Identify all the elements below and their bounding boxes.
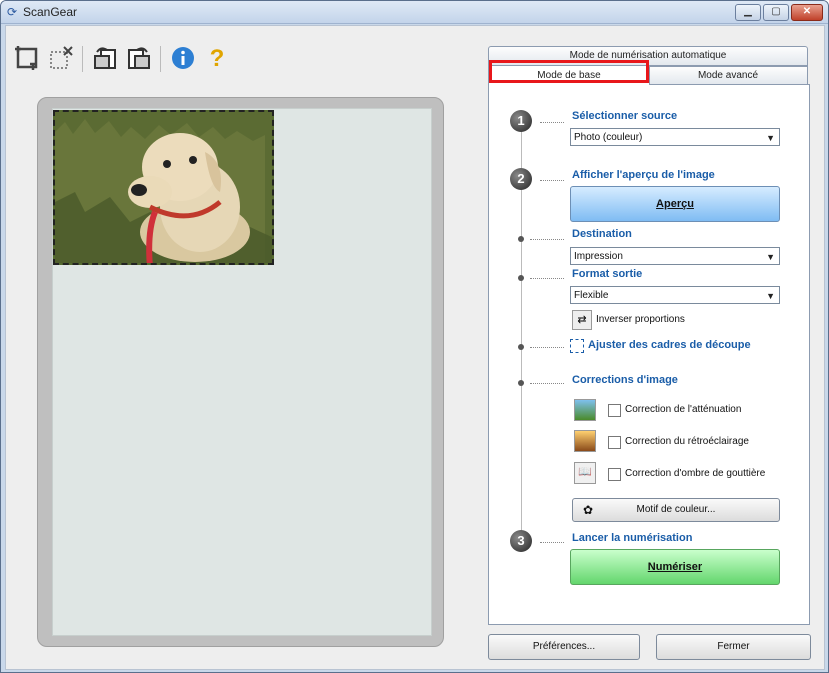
step-dots [530, 278, 564, 280]
step-dots [530, 347, 564, 349]
close-window-button[interactable]: ✕ [791, 4, 823, 21]
step-dots [540, 122, 564, 124]
bullet [518, 275, 524, 281]
step-dots [530, 239, 564, 241]
chevron-down-icon: ▼ [766, 133, 775, 143]
close-button[interactable]: Fermer [656, 634, 811, 660]
clear-crop-icon[interactable] [46, 44, 76, 74]
fade-correction-icon [574, 399, 596, 421]
color-pattern-label: Motif de couleur... [636, 504, 716, 515]
backlight-correction-label: Correction du rétroéclairage [625, 436, 749, 447]
output-size-select-value: Flexible [574, 290, 609, 301]
preview-button[interactable]: Aperçu [570, 186, 780, 222]
color-pattern-icon: ✿ [583, 503, 594, 517]
preview-photo-dog[interactable] [53, 110, 274, 265]
app-icon: ⟳ [7, 5, 18, 19]
step-dots [540, 180, 564, 182]
rotate-right-icon[interactable] [124, 44, 154, 74]
select-source-label: Sélectionner source [572, 110, 678, 122]
destination-select[interactable]: Impression ▼ [570, 247, 780, 265]
bullet [518, 380, 524, 386]
basic-mode-highlight [489, 60, 649, 83]
window-title: ScanGear [23, 5, 78, 19]
step-2-badge: 2 [510, 168, 532, 190]
tab-advanced-mode[interactable]: Mode avancé [648, 66, 808, 85]
preview-label: Afficher l'aperçu de l'image [572, 169, 715, 181]
backlight-correction-icon [574, 430, 596, 452]
destination-select-value: Impression [574, 251, 623, 262]
gutter-shadow-icon: 📖 [574, 462, 596, 484]
step-dots [530, 383, 564, 385]
source-select[interactable]: Photo (couleur) ▼ [570, 128, 780, 146]
toolbar-separator [82, 46, 83, 72]
fade-correction-checkbox[interactable] [608, 404, 621, 417]
gutter-shadow-label: Correction d'ombre de gouttière [625, 468, 766, 479]
help-icon[interactable]: ? [202, 44, 232, 74]
backlight-correction-checkbox[interactable] [608, 436, 621, 449]
preferences-button[interactable]: Préférences... [488, 634, 640, 660]
color-pattern-button[interactable]: ✿ Motif de couleur... [572, 498, 780, 522]
output-size-select[interactable]: Flexible ▼ [570, 286, 780, 304]
invert-ratio-label: Inverser proportions [596, 314, 685, 325]
crop-frames-label[interactable]: Ajuster des cadres de découpe [588, 339, 751, 351]
chevron-down-icon: ▼ [766, 252, 775, 262]
step-1-badge: 1 [510, 110, 532, 132]
step-dots [540, 542, 564, 544]
bullet [518, 236, 524, 242]
output-size-label: Format sortie [572, 268, 643, 280]
crop-frame-icon [570, 339, 584, 353]
destination-label: Destination [572, 228, 632, 240]
chevron-down-icon: ▼ [766, 291, 775, 301]
fade-correction-label: Correction de l'atténuation [625, 404, 742, 415]
info-icon[interactable] [168, 44, 198, 74]
source-select-value: Photo (couleur) [574, 132, 643, 143]
title-bar: ⟳ ScanGear ▁ ▢ ✕ [1, 1, 828, 24]
maximize-button[interactable]: ▢ [763, 4, 789, 21]
minimize-button[interactable]: ▁ [735, 4, 761, 21]
gutter-shadow-checkbox[interactable] [608, 468, 621, 481]
start-scan-label: Lancer la numérisation [572, 532, 693, 544]
image-corrections-label: Corrections d'image [572, 374, 678, 386]
preview-button-label: Aperçu [656, 198, 694, 210]
bullet [518, 344, 524, 350]
scan-button-label: Numériser [647, 561, 703, 573]
step-3-badge: 3 [510, 530, 532, 552]
rotate-left-icon[interactable] [90, 44, 120, 74]
invert-ratio-icon[interactable]: ⇄ [572, 310, 592, 330]
crop-icon[interactable] [12, 44, 42, 74]
toolbar-separator [160, 46, 161, 72]
scan-button[interactable]: Numériser [570, 549, 780, 585]
